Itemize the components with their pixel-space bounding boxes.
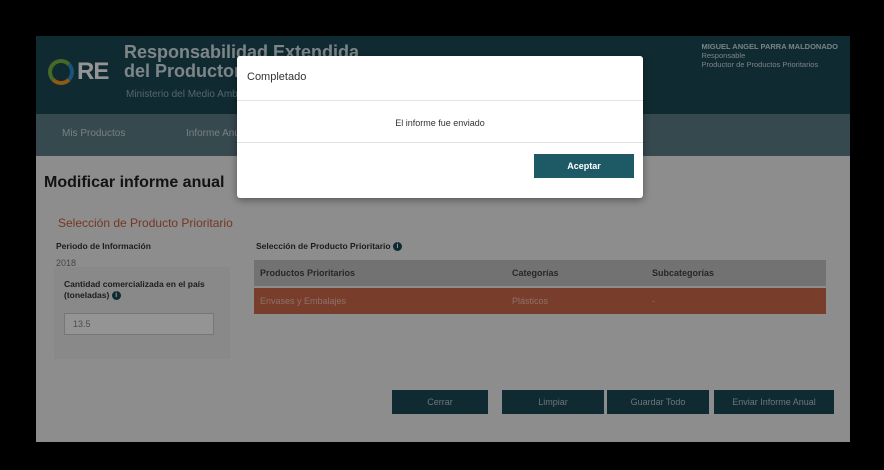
completed-dialog: Completado El informe fue enviado Acepta… [237,56,643,198]
app-screen: RE Responsabilidad Extendida del Product… [36,36,850,442]
accept-button[interactable]: Aceptar [534,154,634,178]
dialog-divider [237,100,643,101]
dialog-title: Completado [247,71,307,83]
dialog-message: El informe fue enviado [395,118,485,128]
dialog-divider [237,142,643,143]
